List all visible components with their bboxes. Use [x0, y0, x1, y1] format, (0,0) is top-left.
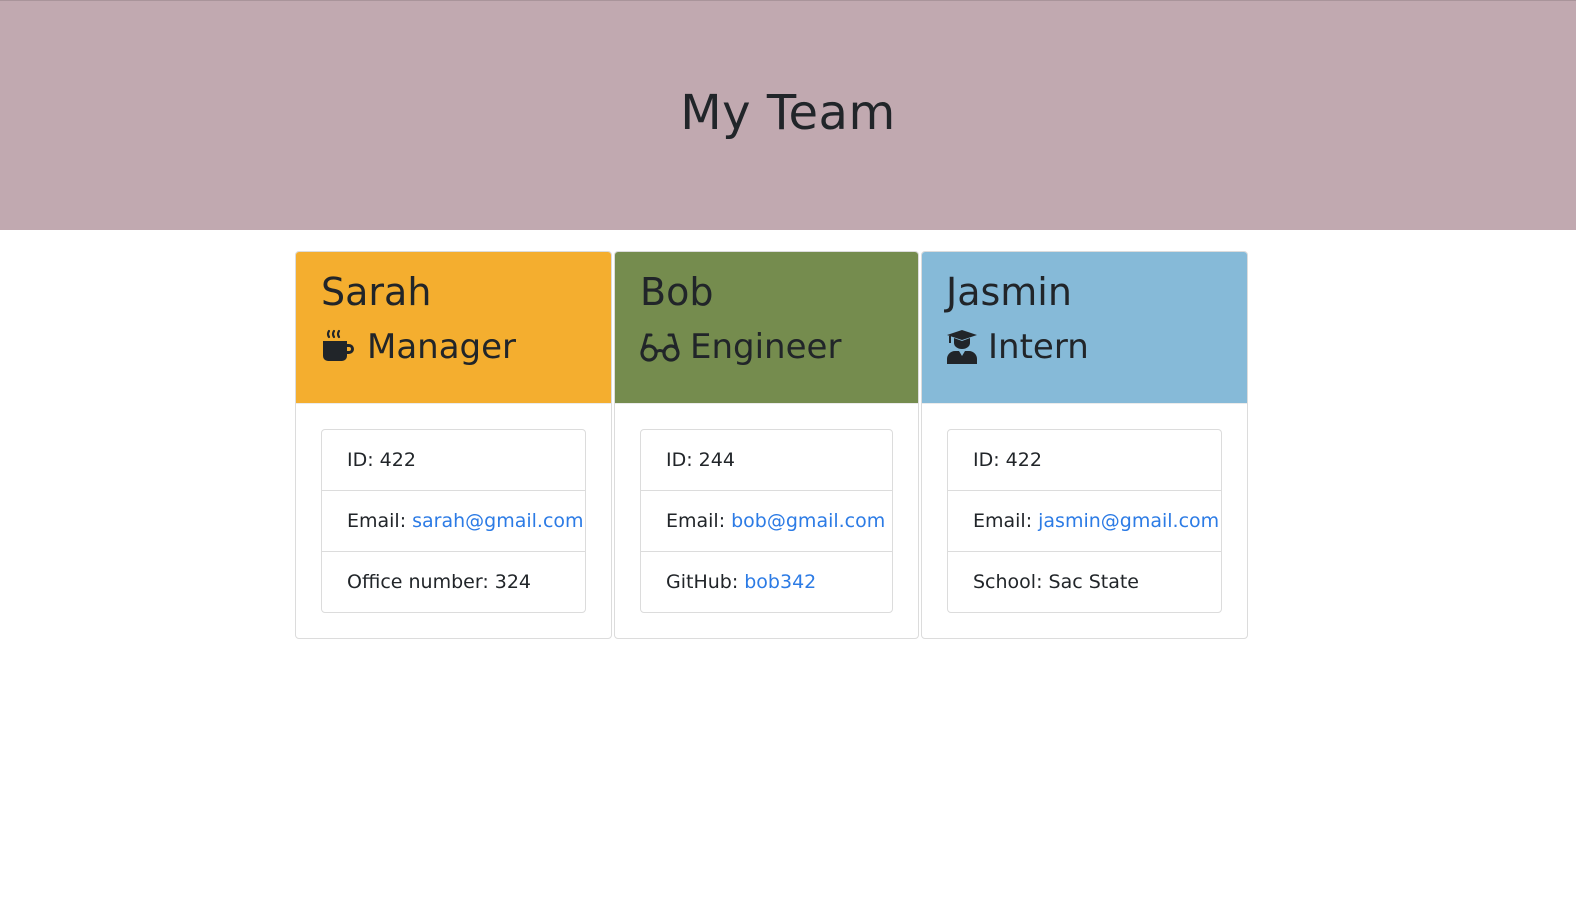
- intern-card-header: Jasmin Intern: [922, 252, 1247, 403]
- email-row: Email: sarah@gmail.com: [322, 491, 585, 552]
- member-name: Jasmin: [946, 270, 1072, 314]
- member-role-label: Intern: [988, 327, 1089, 367]
- github-link[interactable]: bob342: [744, 571, 816, 593]
- member-name: Bob: [640, 270, 714, 314]
- manager-card-body: ID: 422 Email: sarah@gmail.com Office nu…: [296, 403, 611, 638]
- member-role-label: Manager: [367, 327, 517, 367]
- member-role: Manager: [321, 325, 611, 369]
- engineer-card-header: Bob Engineer: [615, 252, 918, 403]
- email-label: Email:: [347, 510, 407, 532]
- github-label: GitHub:: [666, 571, 739, 593]
- email-label: Email:: [666, 510, 726, 532]
- email-link[interactable]: bob@gmail.com: [731, 510, 885, 532]
- school-row: School: Sac State: [973, 571, 1139, 593]
- manager-card-header: Sarah Manager: [296, 252, 611, 403]
- member-name: Sarah: [321, 270, 432, 314]
- member-role: Engineer: [640, 325, 918, 369]
- member-role-label: Engineer: [690, 327, 842, 367]
- id-row: ID: 422: [322, 430, 585, 491]
- engineer-card-body: ID: 244 Email: bob@gmail.com GitHub: bob…: [615, 403, 918, 638]
- email-row: Email: bob@gmail.com: [641, 491, 892, 552]
- id-row: ID: 244: [641, 430, 892, 491]
- member-role: Intern: [946, 325, 1247, 369]
- email-link[interactable]: sarah@gmail.com: [412, 510, 583, 532]
- graduate-icon: [946, 329, 978, 365]
- page-title: My Team: [680, 84, 896, 141]
- engineer-card: Bob Engineer ID: 244 Email: bob@gmail.co…: [614, 251, 919, 639]
- email-link[interactable]: jasmin@gmail.com: [1038, 510, 1219, 532]
- info-list: ID: 422 Email: jasmin@gmail.com School: …: [947, 429, 1222, 613]
- page-header: My Team: [0, 0, 1576, 230]
- id-row: ID: 422: [948, 430, 1221, 491]
- email-label: Email:: [973, 510, 1033, 532]
- coffee-mug-icon: [321, 329, 357, 365]
- team-card-list: Sarah Manager ID: 422 Email: sarah@gmail…: [295, 251, 1248, 639]
- glasses-icon: [640, 329, 680, 365]
- info-list: ID: 244 Email: bob@gmail.com GitHub: bob…: [640, 429, 893, 613]
- office-number-row: Office number: 324: [347, 571, 532, 593]
- info-list: ID: 422 Email: sarah@gmail.com Office nu…: [321, 429, 586, 613]
- email-row: Email: jasmin@gmail.com: [948, 491, 1221, 552]
- intern-card: Jasmin Intern ID: 422 Email: jasmin@gmai…: [921, 251, 1248, 639]
- manager-card: Sarah Manager ID: 422 Email: sarah@gmail…: [295, 251, 612, 639]
- github-row: GitHub: bob342: [641, 552, 892, 612]
- intern-card-body: ID: 422 Email: jasmin@gmail.com School: …: [922, 403, 1247, 638]
